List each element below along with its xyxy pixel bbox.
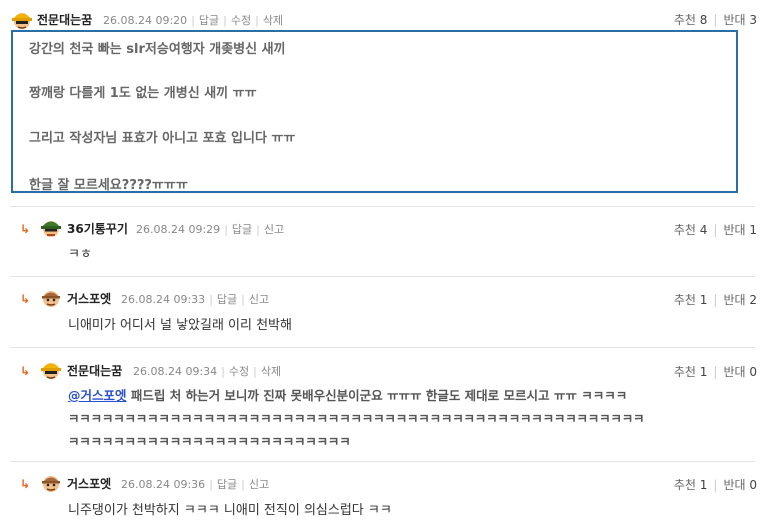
reply-arrow-icon: ↳ — [20, 477, 31, 491]
upvote-count: 1 — [699, 293, 708, 307]
vote-box: 추천 1 | 반대 0 — [673, 365, 757, 379]
divider — [10, 276, 755, 277]
downvote-button[interactable]: 반대 0 — [723, 365, 757, 379]
avatar[interactable] — [40, 216, 62, 238]
divider — [10, 347, 755, 348]
comment-body-line: 한글 잘 모르세요????ㅠㅠㅠ — [29, 178, 188, 193]
downvote-button[interactable]: 반대 3 — [723, 13, 757, 27]
upvote-button[interactable]: 추천 8 — [674, 13, 708, 27]
reply-arrow-icon: ↳ — [20, 292, 31, 306]
comment-meta: 26.08.24 09:33 | 답글 | 신고 — [121, 293, 270, 306]
comment-body-line: @거스포엣 패드립 처 하는거 보니까 진짜 못배우신분이군요 ㅠㅠㅠ 한글도 … — [68, 388, 628, 403]
avatar[interactable] — [40, 286, 62, 308]
comment-meta: 26.08.24 09:36 | 답글 | 신고 — [121, 478, 270, 491]
report-link[interactable]: 신고 — [249, 478, 269, 491]
divider — [10, 461, 755, 462]
mention-link[interactable]: @거스포엣 — [68, 388, 127, 403]
avatar[interactable] — [40, 358, 62, 380]
upvote-count: 1 — [699, 478, 708, 492]
downvote-count: 3 — [749, 13, 757, 27]
divider — [10, 206, 755, 207]
comment-date: 26.08.24 09:36 — [121, 478, 206, 491]
comment-date: 26.08.24 09:29 — [136, 223, 221, 236]
comment-body: 니애미가 어디서 널 낳았길래 이리 천박해 — [68, 318, 292, 333]
avatar[interactable] — [40, 471, 62, 493]
comment-body-line: 강간의 천국 빠는 slr저승여행자 개좆병신 새끼 — [29, 42, 286, 57]
comment-body: 니주댕이가 천박하지 ㅋㅋㅋ 니애미 전직이 의심스럽다 ㅋㅋ — [68, 503, 392, 518]
reply-arrow-icon: ↳ — [20, 222, 31, 236]
vote-box: 추천 1 | 반대 0 — [673, 478, 757, 492]
downvote-count: 2 — [749, 293, 757, 307]
comment-body: ㅋㅎ — [68, 247, 92, 262]
downvote-button[interactable]: 반대 0 — [723, 478, 757, 492]
downvote-count: 0 — [749, 478, 757, 492]
vote-box: 추천 4 | 반대 1 — [673, 223, 757, 237]
upvote-button[interactable]: 추천 4 — [674, 223, 708, 237]
upvote-button[interactable]: 추천 1 — [674, 293, 708, 307]
delete-link[interactable]: 삭제 — [263, 14, 283, 27]
downvote-count: 0 — [749, 365, 757, 379]
reply-link[interactable]: 답글 — [232, 223, 252, 236]
comment-body-line: 짱깨랑 다를게 1도 없는 개병신 새끼 ㅠㅠ — [29, 86, 257, 101]
upvote-count: 1 — [699, 365, 708, 379]
vote-box: 추천 1 | 반대 2 — [673, 293, 757, 307]
reply-arrow-icon: ↳ — [20, 364, 31, 378]
downvote-button[interactable]: 반대 2 — [723, 293, 757, 307]
upvote-button[interactable]: 추천 1 — [674, 478, 708, 492]
edit-link[interactable]: 수정 — [231, 14, 251, 27]
reply-link[interactable]: 답글 — [199, 14, 219, 27]
author-name[interactable]: 전문대는꿈 — [67, 362, 122, 379]
reply-link[interactable]: 답글 — [217, 293, 237, 306]
edit-link[interactable]: 수정 — [229, 365, 249, 378]
comment-meta: 26.08.24 09:34 | 수정 | 삭제 — [133, 365, 282, 378]
comment-date: 26.08.24 09:20 — [103, 14, 188, 27]
report-link[interactable]: 신고 — [249, 293, 269, 306]
comment-body-line: ㅋㅋㅋㅋㅋㅋㅋㅋㅋㅋㅋㅋㅋㅋㅋㅋㅋㅋㅋㅋㅋㅋㅋㅋㅋ — [68, 434, 351, 449]
vote-box: 추천 8 | 반대 3 — [673, 13, 757, 27]
delete-link[interactable]: 삭제 — [261, 365, 281, 378]
comment-date: 26.08.24 09:33 — [121, 293, 206, 306]
author-name[interactable]: 거스포엣 — [67, 290, 111, 307]
report-link[interactable]: 신고 — [264, 223, 284, 236]
comment-date: 26.08.24 09:34 — [133, 365, 218, 378]
avatar[interactable] — [11, 8, 33, 30]
comment-body-line: ㅋㅋㅋㅋㅋㅋㅋㅋㅋㅋㅋㅋㅋㅋㅋㅋㅋㅋㅋㅋㅋㅋㅋㅋㅋㅋㅋㅋㅋㅋㅋㅋㅋㅋㅋㅋㅋㅋㅋㅋ… — [68, 411, 645, 426]
reply-link[interactable]: 답글 — [217, 478, 237, 491]
author-name[interactable]: 전문대는꿈 — [37, 11, 92, 28]
downvote-count: 1 — [749, 223, 757, 237]
upvote-count: 8 — [699, 13, 708, 27]
author-name[interactable]: 거스포엣 — [67, 475, 111, 492]
comment-meta: 26.08.24 09:29 | 답글 | 신고 — [136, 223, 285, 236]
downvote-button[interactable]: 반대 1 — [723, 223, 757, 237]
upvote-count: 4 — [699, 223, 708, 237]
upvote-button[interactable]: 추천 1 — [674, 365, 708, 379]
comment-body-line: 그리고 작성자님 표효가 아니고 포효 입니다 ㅠㅠ — [29, 131, 296, 146]
author-name[interactable]: 36기통꾸기 — [67, 220, 128, 237]
comment-meta: 26.08.24 09:20 | 답글 | 수정 | 삭제 — [103, 14, 284, 27]
